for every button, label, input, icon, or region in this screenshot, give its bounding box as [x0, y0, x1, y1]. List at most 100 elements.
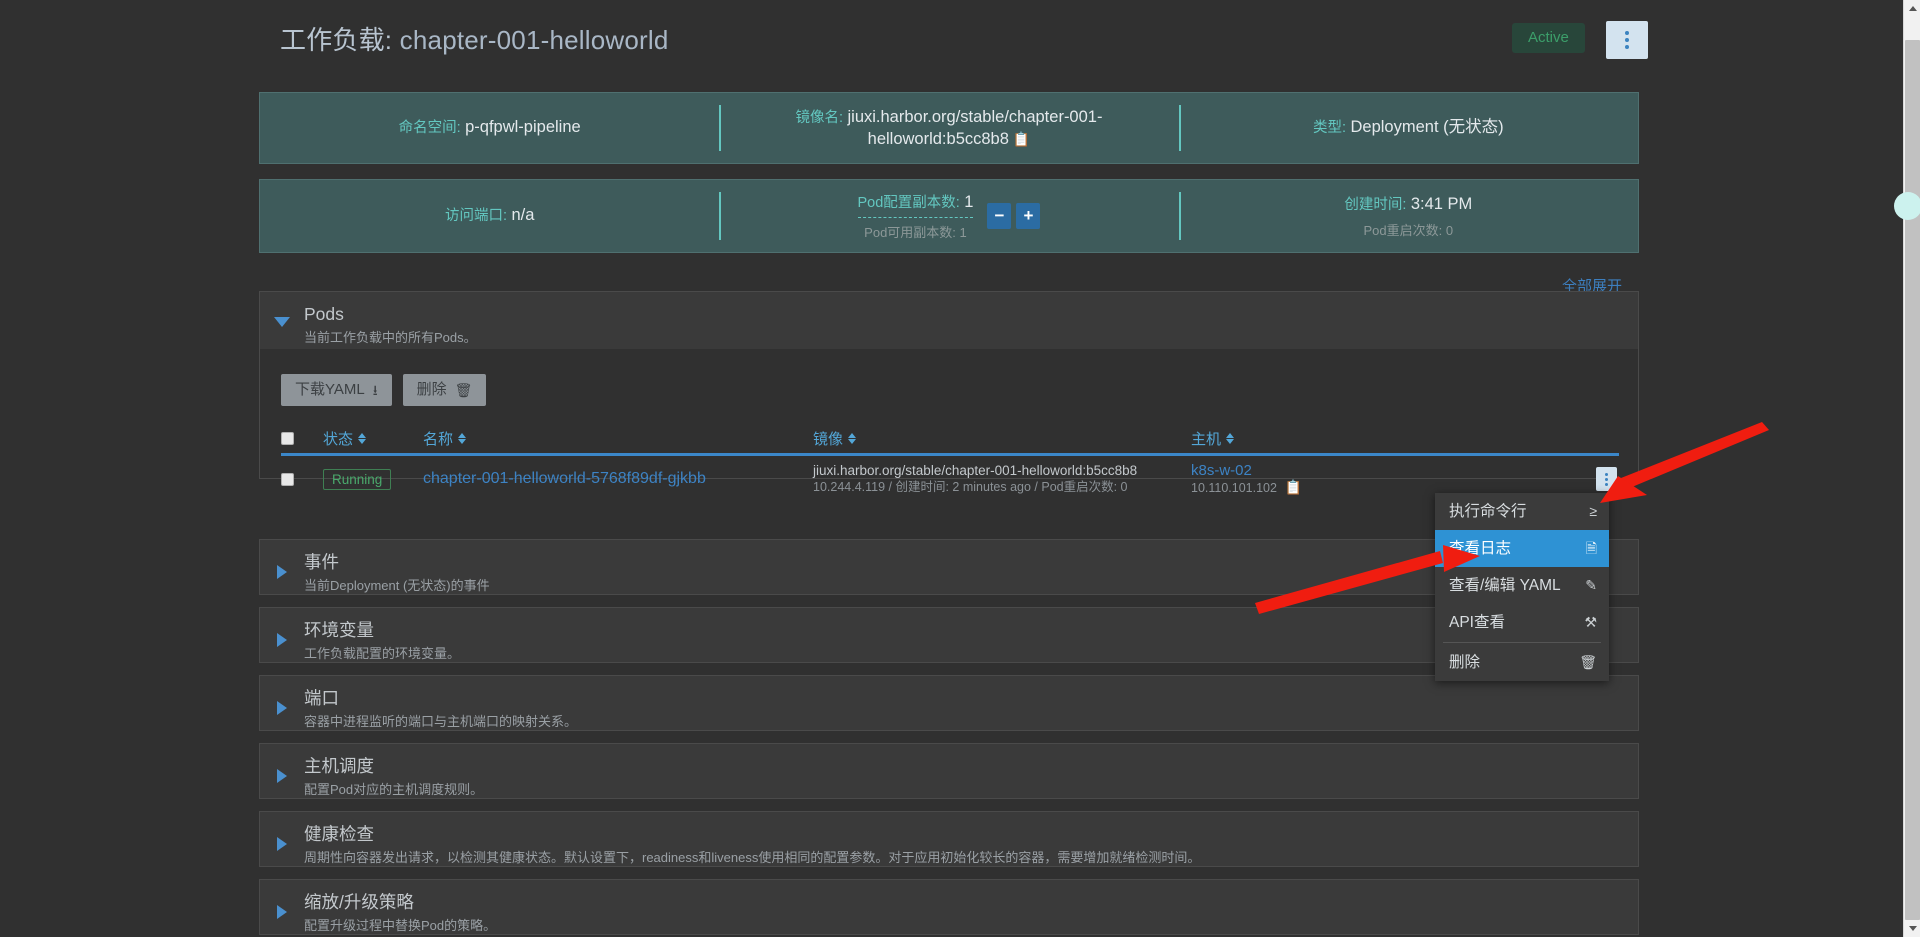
- sort-icon[interactable]: [848, 433, 857, 444]
- ports-section-desc: 容器中进程监听的端口与主机端口的映射关系。: [304, 714, 578, 729]
- kebab-dot: [1605, 477, 1608, 481]
- host-scheduling-section-desc: 配置Pod对应的主机调度规则。: [304, 782, 484, 797]
- events-section-desc: 当前Deployment (无状态)的事件: [304, 578, 490, 593]
- kebab-dot: [1605, 472, 1608, 476]
- download-icon: ⭳: [372, 382, 378, 398]
- section-events[interactable]: 事件 当前Deployment (无状态)的事件: [259, 539, 1639, 595]
- image-name-cell: 镜像名: jiuxi.harbor.org/stable/chapter-001…: [719, 93, 1178, 163]
- pod-image-meta: 10.244.4.119 / 创建时间: 2 minutes ago / Pod…: [813, 480, 1128, 494]
- section-ports[interactable]: 端口 容器中进程监听的端口与主机端口的映射关系。: [259, 675, 1639, 731]
- ports-section-title: 端口: [304, 688, 339, 708]
- pods-collapse-toggle[interactable]: [260, 303, 304, 327]
- summary-panel-top: 命名空间: p-qfpwl-pipeline 镜像名: jiuxi.harbor…: [259, 92, 1639, 164]
- row-checkbox[interactable]: [281, 472, 294, 486]
- page-content: 工作负载: chapter-001-helloworld Active 命名空间…: [0, 0, 1903, 937]
- workload-type-value: Deployment (无状态): [1350, 118, 1504, 136]
- sort-icon[interactable]: [358, 433, 367, 444]
- workload-type-cell: 类型: Deployment (无状态): [1178, 93, 1638, 163]
- section-health-check[interactable]: 健康检查 周期性向容器发出请求，以检测其健康状态。默认设置下，readiness…: [259, 811, 1639, 867]
- sort-icon[interactable]: [458, 433, 467, 444]
- ports-expand-toggle[interactable]: [260, 687, 304, 715]
- pods-section-desc: 当前工作负载中的所有Pods。: [304, 330, 477, 345]
- namespace-cell: 命名空间: p-qfpwl-pipeline: [260, 93, 719, 163]
- pod-host-link[interactable]: k8s-w-02: [1191, 462, 1431, 479]
- pods-toolbar: 下载YAML ⭳ 删除 🗑: [281, 374, 487, 406]
- section-host-scheduling[interactable]: 主机调度 配置Pod对应的主机调度规则。: [259, 743, 1639, 799]
- menu-item-view-edit-yaml-label: 查看/编辑 YAML: [1449, 577, 1561, 594]
- delete-label: 删除: [416, 381, 447, 398]
- env-vars-section-title: 环境变量: [304, 620, 374, 640]
- delete-button[interactable]: 删除 🗑: [402, 374, 487, 406]
- scroll-up-arrow[interactable]: [1904, 0, 1920, 17]
- decrease-replicas-button[interactable]: −: [987, 203, 1012, 229]
- page-header: 工作负载: chapter-001-helloworld Active: [0, 0, 1903, 73]
- row-actions-cell: [1431, 467, 1619, 491]
- host-scheduling-section-title: 主机调度: [304, 756, 374, 776]
- pod-context-menu: 执行命令行 ≥ 查看日志 🗎 查看/编辑 YAML ✎ API查看 ⚒ 删除 🗑: [1435, 493, 1609, 681]
- column-header-status[interactable]: 状态: [323, 428, 423, 449]
- increase-replicas-button[interactable]: +: [1016, 203, 1041, 229]
- scroll-down-arrow[interactable]: [1904, 920, 1920, 937]
- chevron-right-icon: [277, 905, 287, 919]
- workload-actions-menu-button[interactable]: [1606, 21, 1648, 59]
- events-expand-toggle[interactable]: [260, 551, 304, 579]
- tools-icon: ⚒: [1584, 614, 1597, 630]
- page-title: 工作负载: chapter-001-helloworld: [280, 20, 669, 57]
- section-env-vars[interactable]: 环境变量 工作负载配置的环境变量。: [259, 607, 1639, 663]
- pod-row-actions-button[interactable]: [1596, 467, 1617, 491]
- page-scrollbar[interactable]: [1894, 0, 1920, 937]
- image-name-label: 镜像名:: [795, 109, 844, 126]
- scroll-indicator-bubble: [1894, 192, 1920, 220]
- created-time-value: 3:41 PM: [1410, 194, 1473, 213]
- chevron-right-icon: [277, 633, 287, 647]
- health-check-section-desc: 周期性向容器发出请求，以检测其健康状态。默认设置下，readiness和live…: [304, 850, 1201, 865]
- replicas-label: Pod配置副本数:: [857, 194, 960, 211]
- column-header-host[interactable]: 主机: [1191, 428, 1431, 449]
- app-root: 工作负载: chapter-001-helloworld Active 命名空间…: [0, 0, 1920, 937]
- status-badge: Active: [1512, 23, 1585, 53]
- column-header-image-label: 镜像: [813, 431, 844, 448]
- menu-item-exec-terminal-label: 执行命令行: [1449, 503, 1527, 520]
- select-all-checkbox[interactable]: [281, 432, 294, 445]
- host-scheduling-expand-toggle[interactable]: [260, 755, 304, 783]
- trash-icon: 🗑: [1579, 654, 1597, 670]
- env-vars-expand-toggle[interactable]: [260, 619, 304, 647]
- menu-item-api-view[interactable]: API查看 ⚒: [1435, 604, 1609, 641]
- menu-item-view-edit-yaml[interactable]: 查看/编辑 YAML ✎: [1435, 567, 1609, 604]
- health-check-expand-toggle[interactable]: [260, 823, 304, 851]
- pod-name-link[interactable]: chapter-001-helloworld-5768f89df-gjkbb: [423, 470, 706, 487]
- replica-stepper: − +: [987, 203, 1041, 229]
- column-header-host-label: 主机: [1191, 431, 1222, 448]
- terminal-icon: ≥: [1589, 503, 1597, 519]
- summary-panel-bottom: 访问端口: n/a Pod配置副本数: 1 Pod可用副本数: 1 − + 创建…: [259, 179, 1639, 253]
- scrollbar-thumb[interactable]: [1905, 40, 1920, 920]
- row-status-cell: Running: [323, 468, 423, 490]
- menu-item-view-logs[interactable]: 查看日志 🗎: [1435, 530, 1609, 567]
- copy-icon[interactable]: 📋: [1284, 479, 1301, 496]
- copy-icon[interactable]: 📋: [1013, 129, 1030, 150]
- table-row: Running chapter-001-helloworld-5768f89df…: [281, 456, 1619, 502]
- menu-item-exec-terminal[interactable]: 执行命令行 ≥: [1435, 493, 1609, 530]
- created-time-label: 创建时间:: [1344, 196, 1407, 213]
- download-yaml-button[interactable]: 下载YAML ⭳: [281, 374, 392, 406]
- column-header-image[interactable]: 镜像: [813, 428, 1191, 449]
- pod-host-ip: 10.110.101.102: [1191, 480, 1277, 495]
- chevron-right-icon: [277, 565, 287, 579]
- row-image-cell: jiuxi.harbor.org/stable/chapter-001-hell…: [813, 462, 1191, 496]
- health-check-section-title: 健康检查: [304, 824, 374, 844]
- page-title-name: chapter-001-helloworld: [399, 25, 669, 55]
- scaling-strategy-expand-toggle[interactable]: [260, 891, 304, 919]
- section-scaling-strategy[interactable]: 缩放/升级策略 配置升级过程中替换Pod的策略。: [259, 879, 1639, 935]
- chevron-right-icon: [277, 837, 287, 851]
- column-header-name[interactable]: 名称: [423, 428, 813, 449]
- replicas-value: 1: [964, 192, 974, 211]
- namespace-label: 命名空间:: [398, 120, 461, 136]
- sort-icon[interactable]: [1226, 433, 1235, 444]
- env-vars-section-desc: 工作负载配置的环境变量。: [304, 646, 461, 661]
- kebab-dot: [1625, 45, 1629, 49]
- chevron-right-icon: [277, 701, 287, 715]
- menu-separator: [1443, 642, 1601, 643]
- available-replicas-value: 1: [959, 224, 967, 240]
- menu-item-delete[interactable]: 删除 🗑: [1435, 644, 1609, 681]
- available-replicas-label: Pod可用副本数:: [864, 224, 956, 240]
